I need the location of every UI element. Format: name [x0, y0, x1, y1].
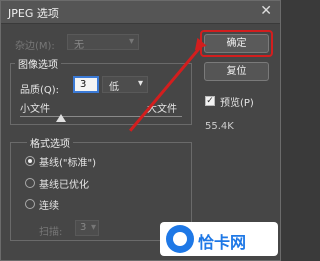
format-options-title: 格式选项	[27, 135, 73, 150]
option-baseline-standard-label: 基线("标准")	[39, 158, 97, 169]
scans-select[interactable]: 3 ▾	[75, 220, 99, 236]
quality-input[interactable]: 3	[73, 76, 99, 93]
title-bar: JPEG 选项 ✕	[1, 1, 280, 24]
quality-slider-track[interactable]	[20, 116, 182, 117]
small-file-label: 小文件	[20, 104, 50, 115]
brand-logo-icon	[166, 225, 194, 253]
image-options-title: 图像选项	[15, 56, 61, 71]
ok-button[interactable]: 确定	[204, 34, 269, 53]
close-icon[interactable]: ✕	[260, 3, 272, 19]
quality-label: 品质(Q):	[20, 85, 60, 96]
matte-label: 杂边(M):	[15, 41, 55, 52]
reset-button[interactable]: 复位	[204, 62, 269, 81]
quality-slider-thumb[interactable]	[55, 114, 66, 122]
quality-preset-value: 低	[109, 82, 119, 93]
radio-progressive[interactable]	[25, 199, 35, 209]
matte-select[interactable]: 无 ▾	[67, 34, 139, 51]
radio-baseline-standard[interactable]	[25, 156, 35, 166]
file-size-readout: 55.4K	[205, 121, 234, 132]
watermark-badge: 恰卡网	[160, 222, 278, 256]
chevron-down-icon: ▾	[128, 36, 134, 47]
scans-label: 扫描:	[39, 227, 63, 238]
quality-preset-select[interactable]: 低 ▾	[102, 76, 148, 93]
preview-checkbox[interactable]: ✓	[205, 96, 215, 106]
radio-baseline-optimized[interactable]	[25, 178, 35, 188]
chevron-down-icon: ▾	[137, 78, 143, 89]
scans-value: 3	[80, 222, 87, 233]
matte-value: 无	[74, 40, 84, 51]
option-baseline-optimized-label: 基线已优化	[39, 180, 89, 191]
option-progressive-label: 连续	[39, 201, 59, 212]
preview-label: 预览(P)	[220, 98, 254, 109]
dialog-title: JPEG 选项	[8, 7, 59, 20]
chevron-down-icon: ▾	[90, 222, 96, 233]
watermark-text: 恰卡网	[198, 233, 247, 252]
quality-value: 3	[80, 79, 87, 90]
